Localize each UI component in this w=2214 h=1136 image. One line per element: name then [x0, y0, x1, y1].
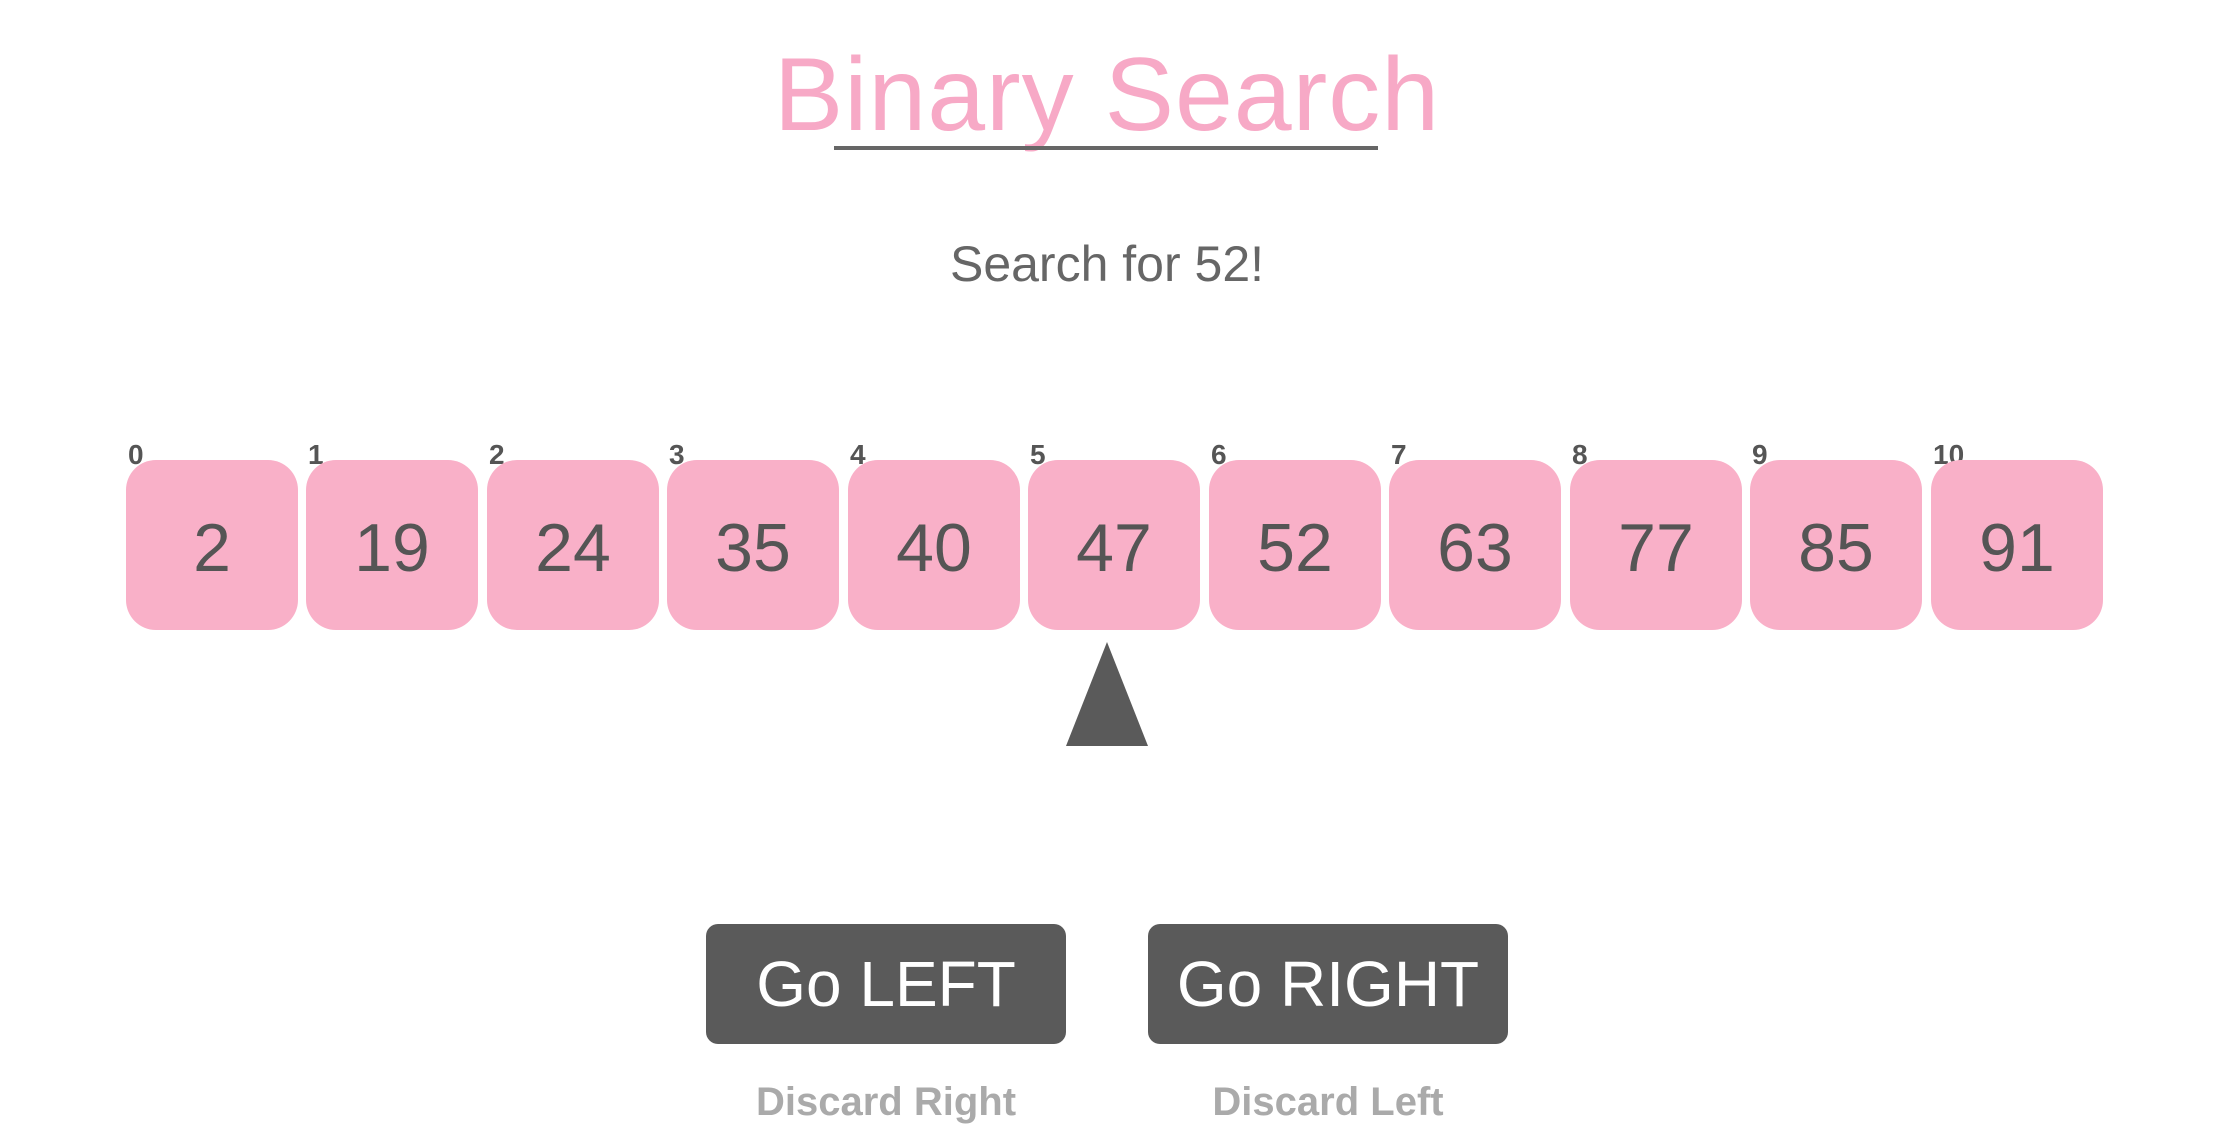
array-cell[interactable]: 3 35 — [667, 440, 839, 630]
array-cell[interactable]: 5 47 — [1028, 440, 1200, 630]
cell-value: 2 — [193, 510, 231, 586]
array-cell[interactable]: 4 40 — [848, 440, 1020, 630]
cell-value: 85 — [1798, 510, 1874, 586]
cell-value: 35 — [715, 510, 791, 586]
array-cell[interactable]: 7 63 — [1389, 440, 1561, 630]
cell-value: 47 — [1076, 510, 1152, 586]
cell-value: 19 — [354, 510, 430, 586]
array-cells: 0 2 1 19 2 24 3 35 4 40 5 47 6 52 7 63 8… — [126, 440, 2106, 630]
array-cell[interactable]: 1 19 — [306, 440, 478, 630]
cell-value: 24 — [535, 510, 611, 586]
array-cell[interactable]: 10 91 — [1931, 440, 2103, 630]
array-cell[interactable]: 6 52 — [1209, 440, 1381, 630]
cell-box[interactable]: 77 — [1570, 460, 1742, 630]
array-cell[interactable]: 9 85 — [1750, 440, 1922, 630]
go-left-hint: Discard Right — [755, 1080, 1017, 1124]
cell-box[interactable]: 47 — [1028, 460, 1200, 630]
search-prompt: Search for 52! — [949, 236, 1265, 292]
page-title: Binary Search — [773, 37, 1441, 153]
cell-value: 52 — [1257, 510, 1333, 586]
cell-value: 91 — [1979, 510, 2055, 586]
cell-box[interactable]: 52 — [1209, 460, 1381, 630]
cell-box[interactable]: 63 — [1389, 460, 1561, 630]
cell-box[interactable]: 24 — [487, 460, 659, 630]
cell-box[interactable]: 40 — [848, 460, 1020, 630]
cell-value: 40 — [896, 510, 972, 586]
cell-box[interactable]: 91 — [1931, 460, 2103, 630]
cell-box[interactable]: 35 — [667, 460, 839, 630]
triangle-up-icon — [1066, 642, 1148, 746]
array-cell[interactable]: 8 77 — [1570, 440, 1742, 630]
go-right-hint: Discard Left — [1212, 1080, 1444, 1124]
cell-box[interactable]: 2 — [126, 460, 298, 630]
cell-box[interactable]: 85 — [1750, 460, 1922, 630]
go-left-button[interactable]: Go LEFT — [706, 924, 1066, 1044]
cell-box[interactable]: 19 — [306, 460, 478, 630]
cell-value: 63 — [1437, 510, 1513, 586]
cell-value: 77 — [1618, 510, 1694, 586]
array-cell[interactable]: 2 24 — [487, 440, 659, 630]
go-right-button[interactable]: Go RIGHT — [1148, 924, 1508, 1044]
title-underline — [834, 146, 1378, 150]
array-cell[interactable]: 0 2 — [126, 440, 298, 630]
